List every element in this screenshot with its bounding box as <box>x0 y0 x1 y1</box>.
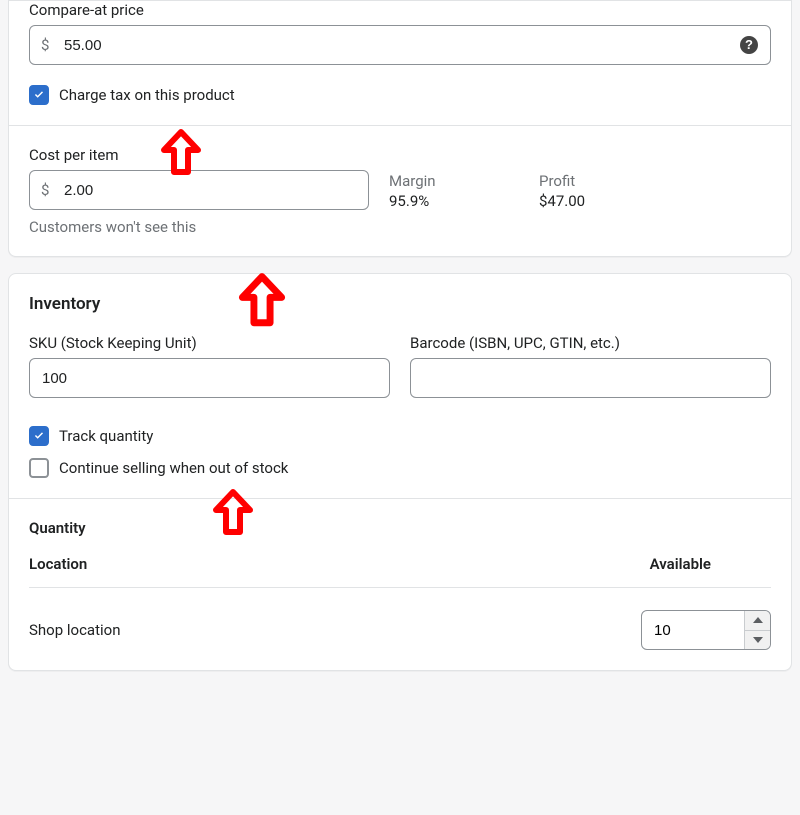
cost-per-item-label: Cost per item <box>29 146 369 164</box>
available-column-header: Available <box>650 555 711 573</box>
margin-label: Margin <box>389 172 519 190</box>
stepper-up-button[interactable] <box>745 611 770 630</box>
sku-label: SKU (Stock Keeping Unit) <box>29 334 390 352</box>
sku-input[interactable] <box>29 358 390 398</box>
available-stepper <box>641 610 771 650</box>
sku-barcode-row: SKU (Stock Keeping Unit) Barcode (ISBN, … <box>29 334 771 398</box>
profit-value: $47.00 <box>539 192 669 210</box>
cost-section: Cost per item $ Customers won't see this… <box>9 125 791 256</box>
help-circle-icon[interactable]: ? <box>739 35 759 55</box>
stepper-down-button[interactable] <box>745 630 770 650</box>
compare-at-section: Compare-at price $ ? Charge tax on this … <box>9 1 791 125</box>
compare-at-price-label: Compare-at price <box>29 1 771 19</box>
location-row: Shop location <box>29 588 771 650</box>
compare-at-price-field-wrap: $ ? <box>29 25 771 65</box>
inventory-main-section: Inventory SKU (Stock Keeping Unit) Barco… <box>9 274 791 498</box>
cost-row: Cost per item $ Customers won't see this… <box>29 146 771 236</box>
svg-text:?: ? <box>745 37 753 52</box>
charge-tax-label: Charge tax on this product <box>59 86 235 104</box>
continue-selling-label: Continue selling when out of stock <box>59 459 288 477</box>
quantity-subtitle: Quantity <box>29 519 771 537</box>
quantity-header-row: Location Available <box>29 537 771 588</box>
cost-helper-text: Customers won't see this <box>29 218 369 236</box>
location-name: Shop location <box>29 621 120 639</box>
compare-at-price-input[interactable] <box>29 25 771 65</box>
continue-selling-row: Continue selling when out of stock <box>29 458 771 478</box>
quantity-section: Quantity Location Available Shop locatio… <box>9 498 791 670</box>
cost-per-item-input[interactable] <box>29 170 369 210</box>
track-quantity-row: Track quantity <box>29 426 771 446</box>
barcode-input[interactable] <box>410 358 771 398</box>
pricing-card: Compare-at price $ ? Charge tax on this … <box>8 0 792 257</box>
inventory-card: Inventory SKU (Stock Keeping Unit) Barco… <box>8 273 792 671</box>
location-column-header: Location <box>29 555 87 573</box>
charge-tax-checkbox[interactable] <box>29 85 49 105</box>
profit-label: Profit <box>539 172 669 190</box>
continue-selling-checkbox[interactable] <box>29 458 49 478</box>
margin-value: 95.9% <box>389 192 519 210</box>
barcode-label: Barcode (ISBN, UPC, GTIN, etc.) <box>410 334 771 352</box>
charge-tax-row: Charge tax on this product <box>29 85 771 105</box>
track-quantity-label: Track quantity <box>59 427 153 445</box>
track-quantity-checkbox[interactable] <box>29 426 49 446</box>
inventory-title: Inventory <box>29 294 771 314</box>
